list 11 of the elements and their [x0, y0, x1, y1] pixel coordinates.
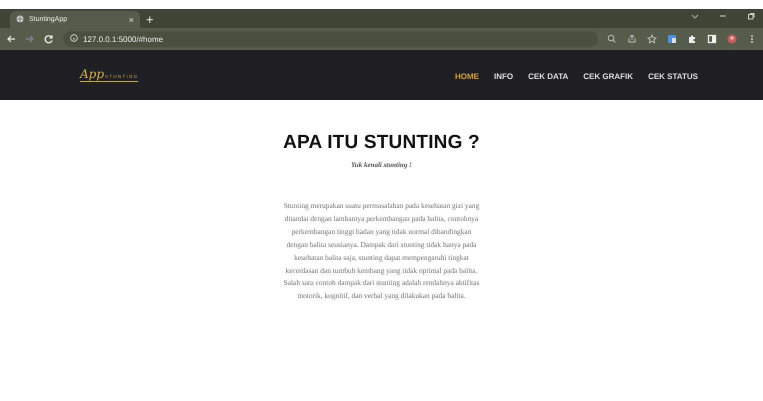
- nav-link[interactable]: CEK DATA: [528, 72, 568, 81]
- url-text: 127.0.0.1:5000/#home: [83, 34, 164, 44]
- logo-script-text: App: [80, 68, 104, 80]
- nav-link[interactable]: HOME: [455, 72, 480, 81]
- nav-link[interactable]: INFO: [494, 72, 514, 81]
- new-tab-button[interactable]: +: [146, 12, 154, 27]
- nav-link[interactable]: CEK STATUS: [648, 72, 698, 81]
- page-heading: APA ITU STUNTING ?: [283, 132, 480, 154]
- nav-link[interactable]: CEK GRAFIK: [583, 72, 634, 81]
- tab-close-button[interactable]: ×: [128, 14, 134, 24]
- address-bar[interactable]: 127.0.0.1:5000/#home: [63, 31, 598, 47]
